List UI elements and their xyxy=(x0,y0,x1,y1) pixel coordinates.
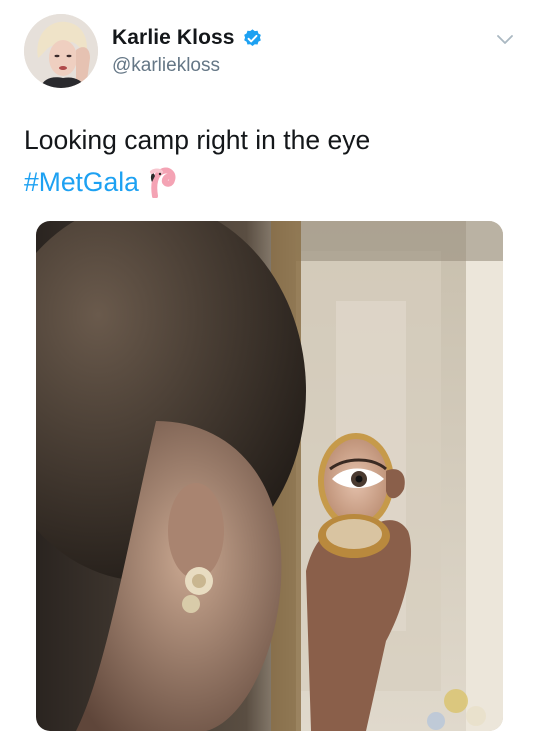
chevron-down-icon[interactable] xyxy=(494,28,516,50)
tweet-header: Karlie Kloss @karliekloss xyxy=(24,14,516,94)
author-names: Karlie Kloss @karliekloss xyxy=(112,26,263,77)
display-name-row: Karlie Kloss xyxy=(112,26,263,50)
handle[interactable]: @karliekloss xyxy=(112,55,263,77)
hashtag-link[interactable]: #MetGala xyxy=(24,167,139,198)
avatar[interactable] xyxy=(24,14,98,88)
display-name[interactable]: Karlie Kloss xyxy=(112,26,235,50)
flamingo-emoji xyxy=(147,166,177,199)
tweet-text: Looking camp right in the eye xyxy=(24,125,371,155)
tweet-photo[interactable] xyxy=(36,221,503,731)
hashtag-line: #MetGala xyxy=(24,166,177,199)
verified-badge-icon xyxy=(242,28,263,49)
